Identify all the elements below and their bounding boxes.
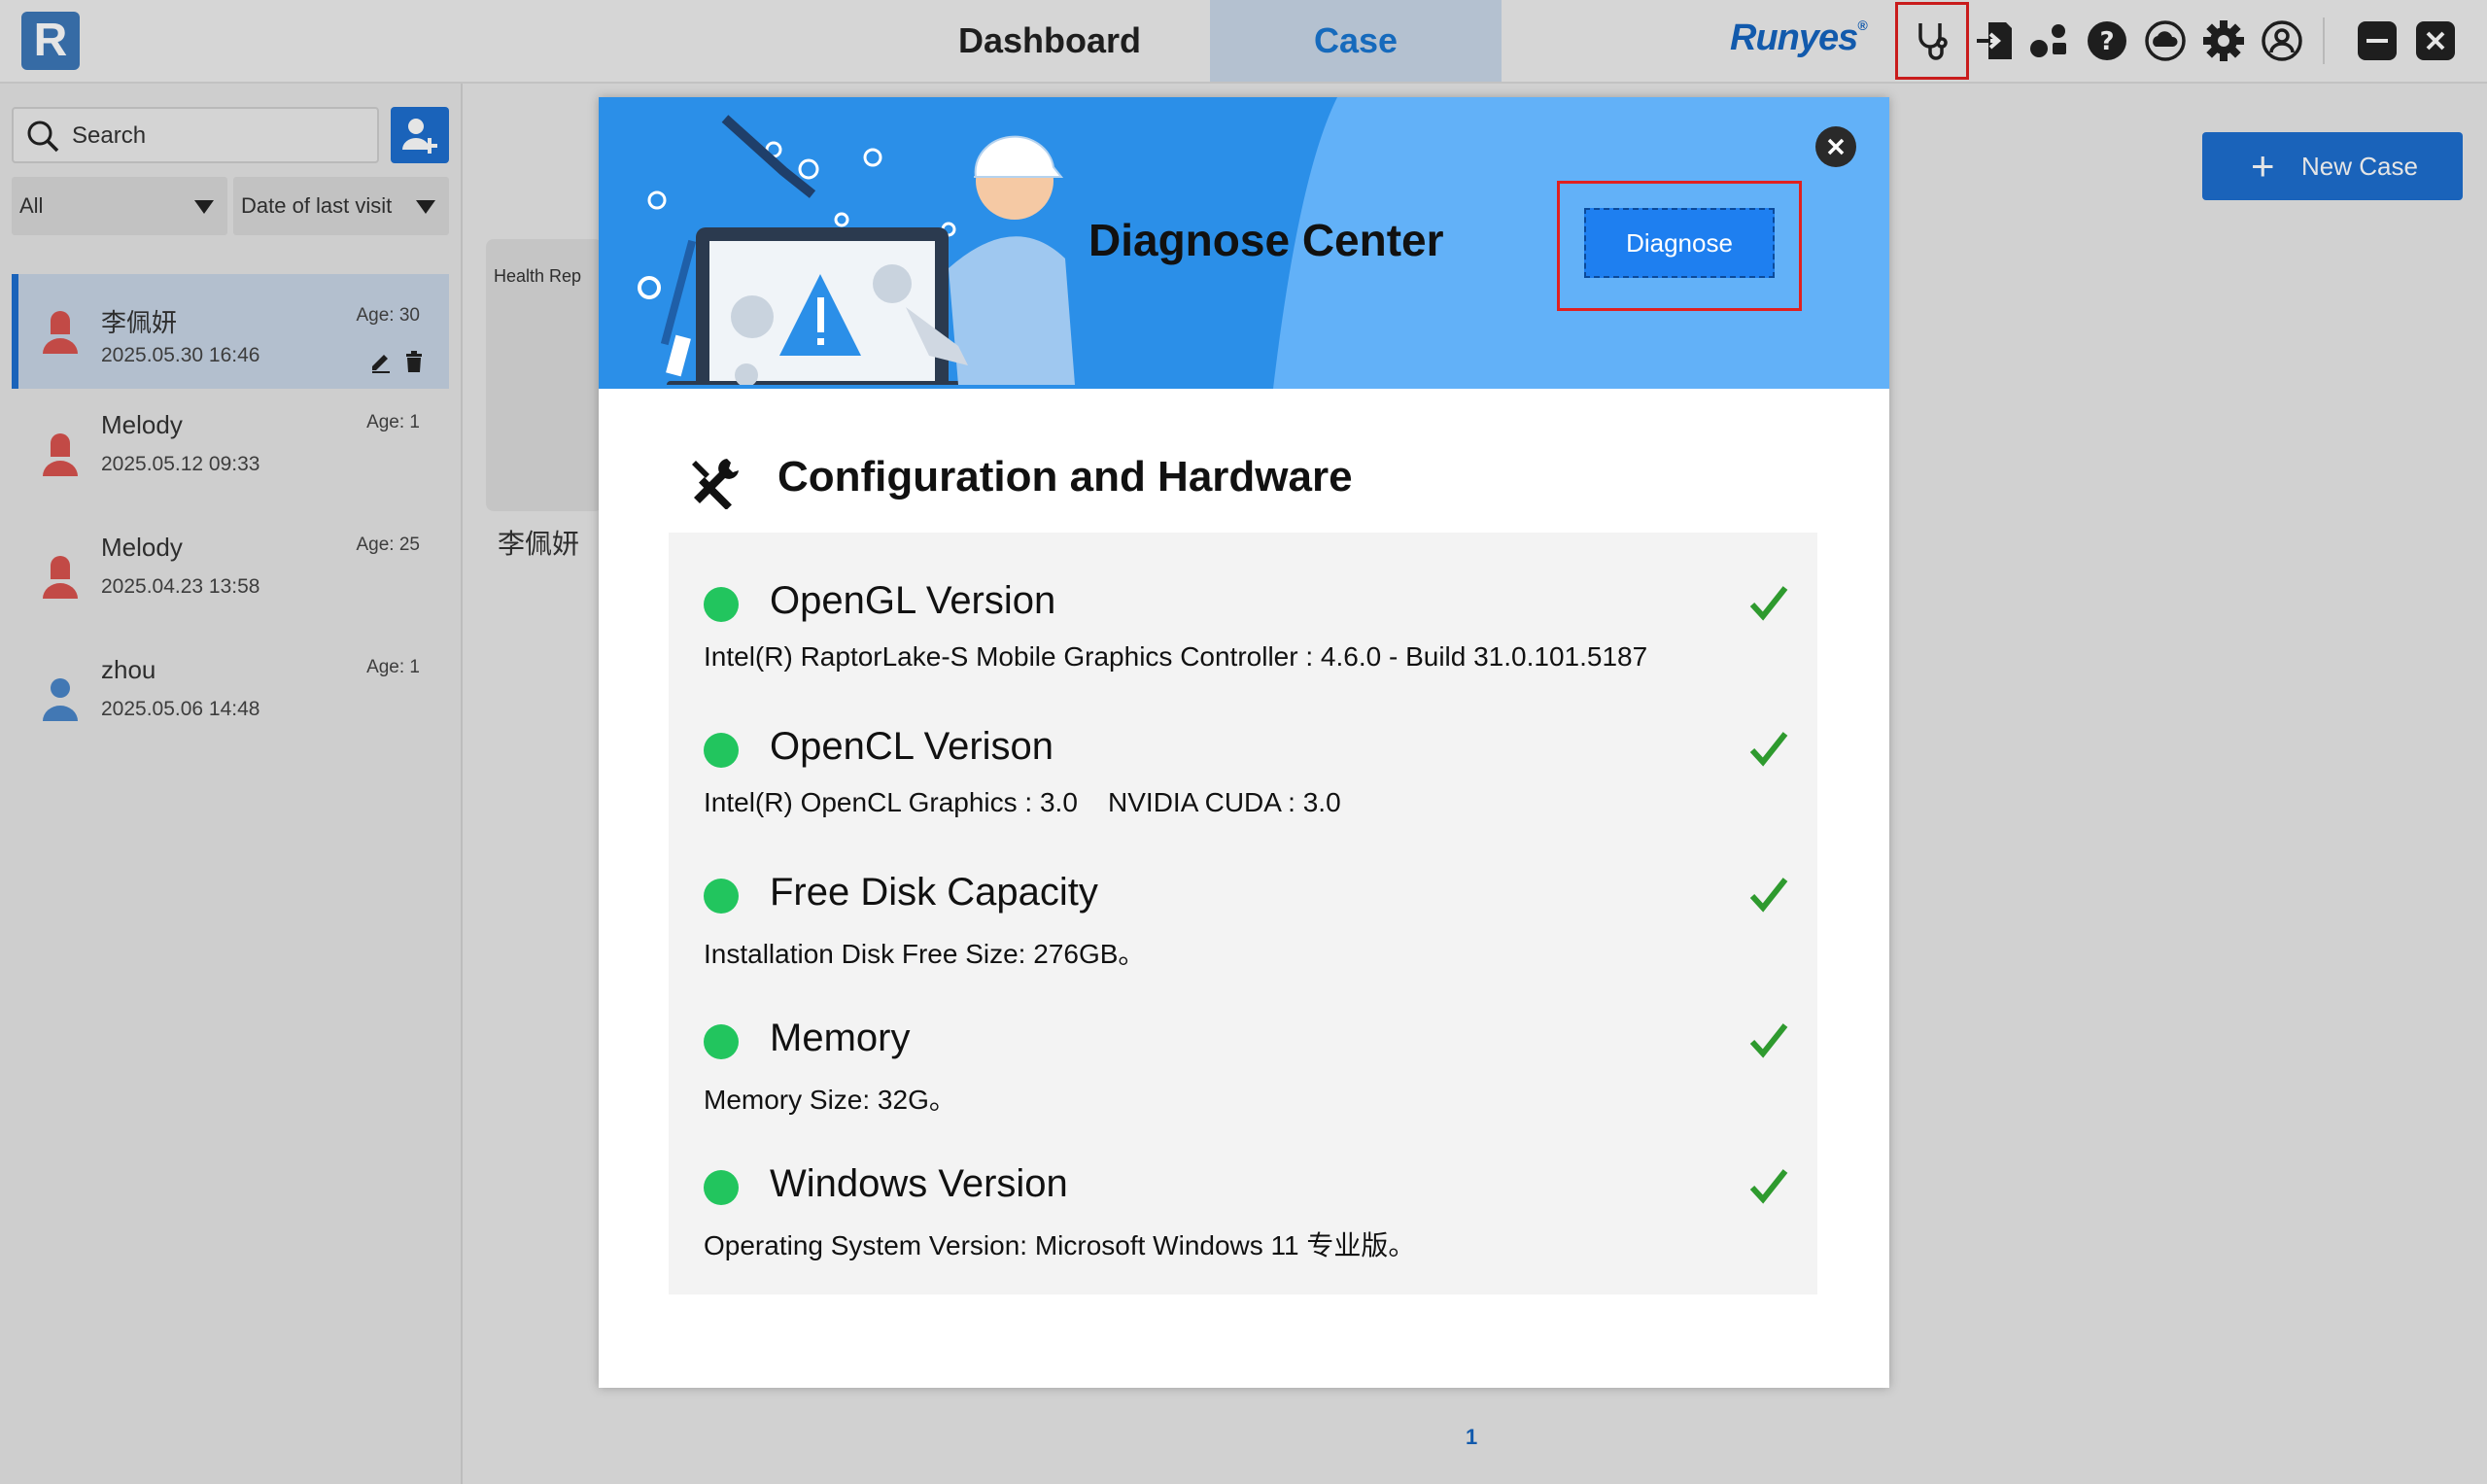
status-ok-dot [704, 1170, 739, 1205]
close-icon [1827, 138, 1845, 155]
check-item: OpenCL Verison Intel(R) OpenCL Graphics … [669, 678, 1817, 824]
checkmark-icon [1749, 1023, 1788, 1058]
check-item: Windows Version Operating System Version… [669, 1116, 1817, 1261]
hardware-check-panel: OpenGL Version Intel(R) RaptorLake-S Mob… [669, 533, 1817, 1294]
dialog-close-button[interactable] [1815, 126, 1856, 167]
check-item-detail: Intel(R) RaptorLake-S Mobile Graphics Co… [704, 641, 1648, 672]
checkmark-icon [1749, 1169, 1788, 1204]
status-ok-dot [704, 1024, 739, 1059]
diagnose-illustration-icon [638, 115, 1075, 385]
diagnose-button[interactable]: Diagnose [1584, 208, 1775, 278]
check-item-name: Free Disk Capacity [770, 871, 1098, 914]
check-item-detail: Operating System Version: Microsoft Wind… [704, 1230, 1416, 1260]
check-item-name: Memory [770, 1017, 911, 1059]
dialog-banner: Diagnose Center Diagnose [599, 97, 1889, 389]
dialog-title: Diagnose Center [1088, 215, 1444, 265]
checkmark-icon [1749, 732, 1788, 767]
status-ok-dot [704, 733, 739, 768]
check-item: Memory Memory Size: 32G。 [669, 970, 1817, 1116]
check-item-name: Windows Version [770, 1162, 1068, 1205]
diagnose-center-dialog: Diagnose Center Diagnose Configuration a… [599, 97, 1889, 1388]
tools-icon [692, 459, 739, 509]
check-item: Free Disk Capacity Installation Disk Fre… [669, 824, 1817, 970]
check-item-detail: Installation Disk Free Size: 276GB。 [704, 939, 1146, 969]
check-item-name: OpenCL Verison [770, 725, 1054, 768]
checkmark-icon [1749, 878, 1788, 913]
check-item: OpenGL Version Intel(R) RaptorLake-S Mob… [669, 533, 1817, 678]
check-item-detail: Memory Size: 32G。 [704, 1085, 956, 1115]
check-item-detail: Intel(R) OpenCL Graphics : 3.0 NVIDIA CU… [704, 787, 1341, 817]
checkmark-icon [1749, 586, 1788, 621]
status-ok-dot [704, 879, 739, 914]
status-ok-dot [704, 587, 739, 622]
section-title: Configuration and Hardware [777, 453, 1353, 500]
check-item-name: OpenGL Version [770, 579, 1056, 622]
